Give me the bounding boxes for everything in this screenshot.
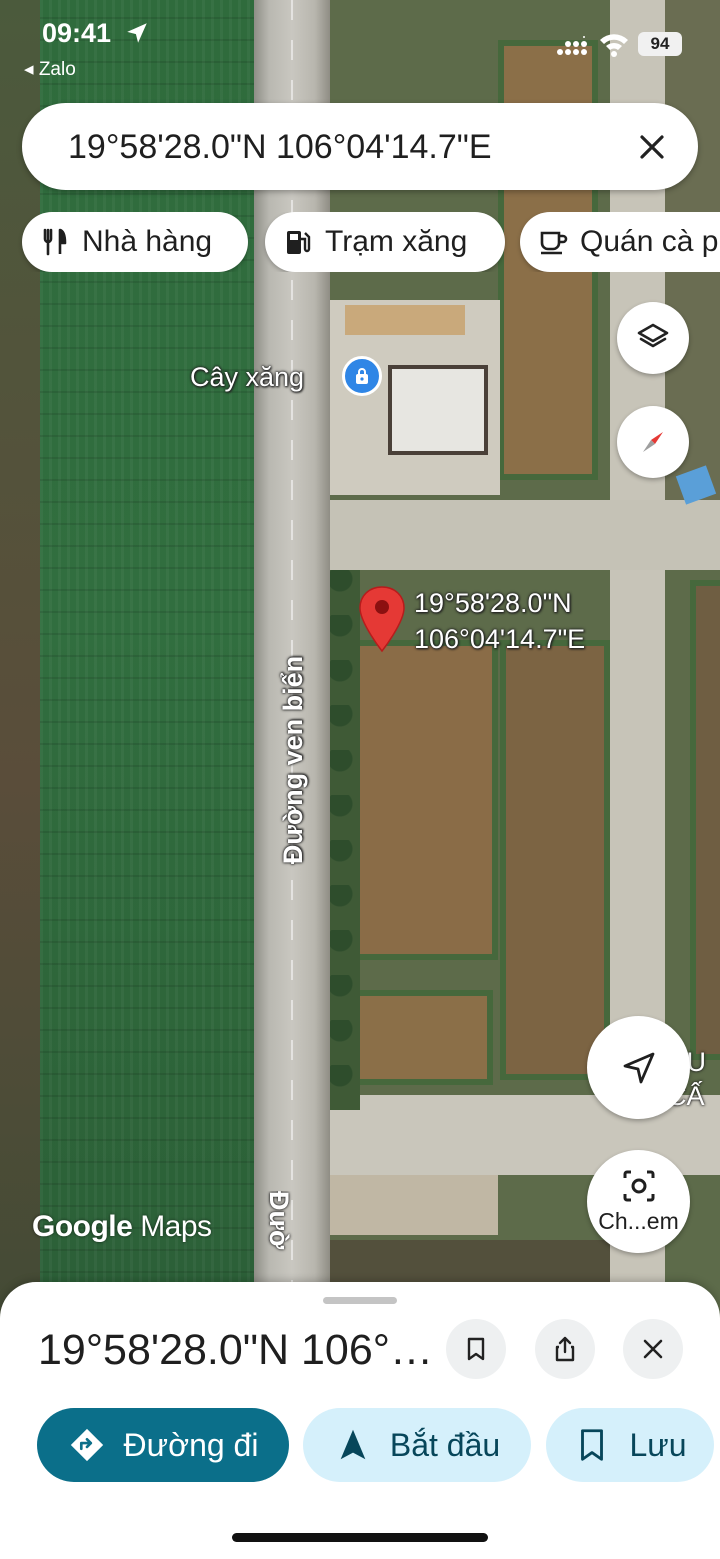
logo-maps-text: Maps bbox=[140, 1210, 212, 1243]
clear-search-icon[interactable] bbox=[636, 131, 668, 163]
close-sheet-button[interactable] bbox=[623, 1319, 683, 1379]
logo-google-text: Google bbox=[32, 1210, 133, 1243]
layers-icon bbox=[637, 323, 669, 348]
chip-label: Nhà hàng bbox=[82, 225, 213, 258]
location-arrow-icon bbox=[127, 23, 147, 43]
map-pond bbox=[500, 640, 610, 1080]
road-label: Đường ven biển bbox=[278, 655, 308, 865]
google-maps-logo: Google Maps bbox=[32, 1210, 212, 1244]
compass-button[interactable] bbox=[617, 406, 689, 478]
road-label-partial: Đườ bbox=[264, 1191, 294, 1250]
map-pond bbox=[690, 580, 720, 1060]
poi-label-gas-station[interactable]: Cây xăng bbox=[190, 362, 304, 393]
directions-icon bbox=[70, 1428, 103, 1462]
chip-cafes[interactable]: Quán cà phê bbox=[520, 212, 720, 272]
cellular-signal-icon bbox=[557, 36, 587, 55]
lens-label: Ch...em bbox=[598, 1208, 679, 1234]
start-label: Bắt đầu bbox=[389, 1426, 501, 1463]
map-building bbox=[388, 365, 488, 455]
share-button[interactable] bbox=[535, 1319, 595, 1379]
map-pond bbox=[338, 640, 498, 960]
map-building bbox=[345, 305, 465, 335]
navigation-start-icon bbox=[340, 1429, 366, 1460]
camera-lens-icon bbox=[623, 1170, 654, 1202]
bookmark-button[interactable] bbox=[446, 1319, 506, 1379]
wifi-icon bbox=[600, 34, 628, 57]
search-bar[interactable]: 19°58'28.0"N 106°04'14.7"E bbox=[22, 103, 698, 190]
status-time: 09:41 bbox=[42, 18, 112, 48]
chip-gas-stations[interactable]: Trạm xăng bbox=[265, 212, 505, 272]
category-chips: Nhà hàng Trạm xăng Quán cà phê bbox=[0, 212, 720, 272]
directions-button[interactable]: Đường đi bbox=[37, 1408, 289, 1482]
coffee-cup-icon bbox=[540, 231, 568, 255]
sheet-drag-handle[interactable] bbox=[323, 1297, 397, 1304]
directions-label: Đường đi bbox=[123, 1426, 259, 1463]
save-button[interactable]: Lưu bbox=[546, 1408, 714, 1482]
back-to-app-link[interactable]: ◂ Zalo bbox=[24, 58, 76, 81]
battery-indicator: 94 bbox=[638, 32, 682, 56]
navigation-arrow-icon bbox=[623, 1052, 654, 1083]
save-label: Lưu bbox=[629, 1426, 687, 1463]
chip-label: Trạm xăng bbox=[325, 225, 468, 258]
lock-bag-icon bbox=[356, 368, 368, 384]
map-pond bbox=[338, 990, 493, 1085]
gas-station-icon bbox=[287, 231, 311, 254]
poi-gas-station-marker[interactable] bbox=[342, 356, 382, 396]
compass-icon bbox=[643, 432, 663, 452]
dropped-pin-icon[interactable] bbox=[357, 585, 407, 655]
place-title: 19°58'28.0"N 106°04'14.7"E bbox=[38, 1326, 438, 1374]
share-icon bbox=[555, 1336, 575, 1362]
lens-camera-button[interactable]: Ch...em bbox=[587, 1150, 690, 1253]
chip-restaurants[interactable]: Nhà hàng bbox=[22, 212, 248, 272]
map-road bbox=[320, 500, 720, 570]
fork-knife-icon bbox=[43, 228, 67, 256]
map-lot bbox=[318, 1175, 498, 1235]
status-bar: 09:41 ◂ Zalo 94 bbox=[0, 0, 720, 90]
place-bottom-sheet[interactable]: 19°58'28.0"N 106°04'14.7"E Đường đi Bắt … bbox=[0, 1282, 720, 1559]
home-indicator[interactable] bbox=[232, 1533, 488, 1542]
close-icon bbox=[643, 1339, 663, 1359]
search-query[interactable]: 19°58'28.0"N 106°04'14.7"E bbox=[68, 128, 492, 167]
start-navigation-button[interactable]: Bắt đầu bbox=[303, 1408, 531, 1482]
pin-longitude: 106°04'14.7"E bbox=[414, 624, 586, 654]
bookmark-icon bbox=[581, 1429, 604, 1461]
pin-latitude: 19°58'28.0"N bbox=[414, 588, 572, 618]
layers-button[interactable] bbox=[617, 302, 689, 374]
bookmark-icon bbox=[467, 1337, 485, 1361]
my-location-button[interactable] bbox=[587, 1016, 690, 1119]
chip-label: Quán cà phê bbox=[580, 225, 720, 258]
pin-coordinates-label: 19°58'28.0"N 106°04'14.7"E bbox=[414, 585, 585, 657]
